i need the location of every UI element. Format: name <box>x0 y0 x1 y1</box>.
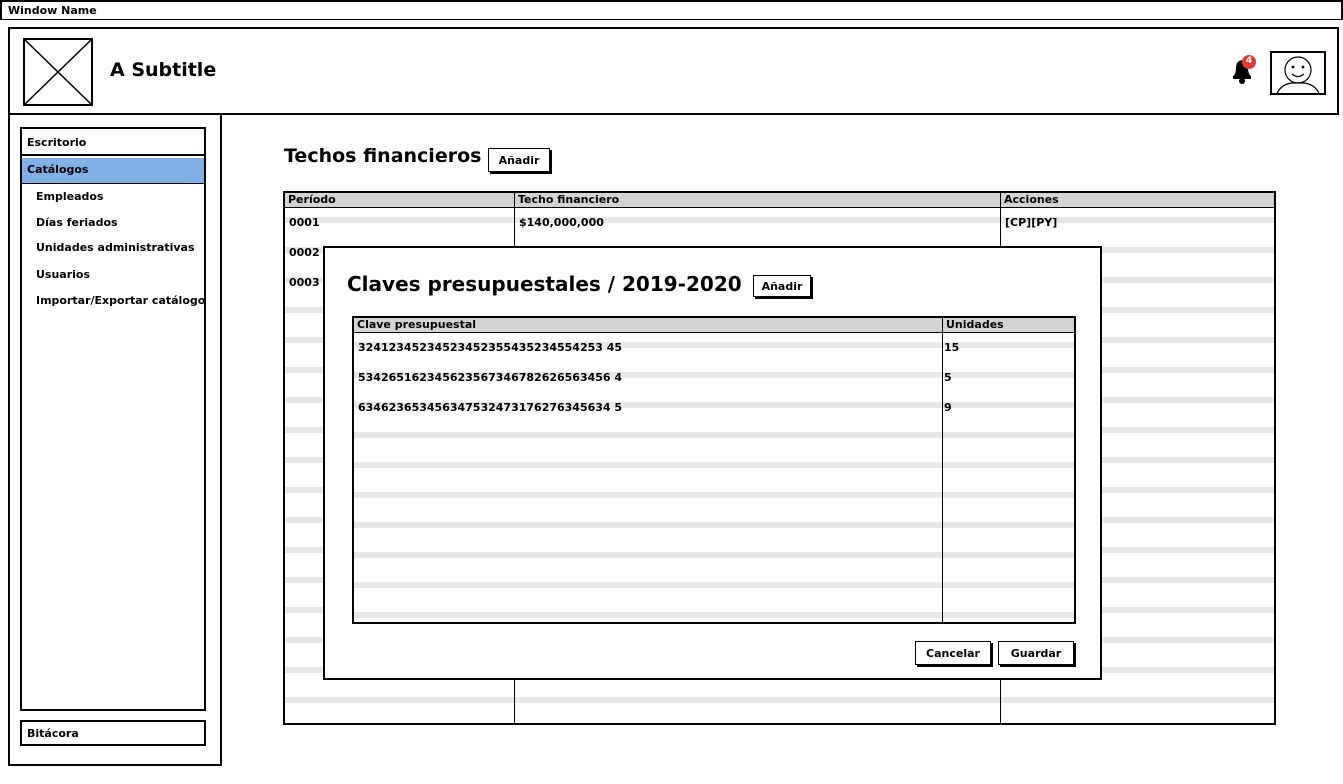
app-header: A Subtitle 4 <box>8 27 1339 115</box>
cell-clave: 634623653456347532473176276345634 5 <box>358 401 623 414</box>
column-header-techo: Techo financiero <box>518 193 620 206</box>
cell-acciones[interactable]: [CP][PY] <box>1001 216 1057 229</box>
table-header-row: Clave presupuestal Unidades <box>354 318 1074 333</box>
save-button[interactable]: Guardar <box>998 641 1074 665</box>
cell-clave: 534265162345623567346782626563456 4 <box>358 371 623 384</box>
window-title: Window Name <box>8 4 97 17</box>
cell-techo: $140,000,000 <box>519 216 604 229</box>
claves-modal: Claves presupuestales / 2019-2020 Añadir… <box>323 246 1102 680</box>
cell-unidades: 15 <box>944 341 960 354</box>
column-header-periodo: Período <box>288 193 336 206</box>
sidebar-item-catalogos[interactable]: Catálogos <box>22 158 204 184</box>
sidebar-item-bitacora[interactable]: Bitácora <box>20 720 206 746</box>
sidebar-item-unidades-administrativas[interactable]: Unidades administrativas <box>22 236 204 260</box>
image-placeholder-icon <box>24 39 92 105</box>
sidebar-item-usuarios[interactable]: Usuarios <box>22 263 204 287</box>
user-avatar[interactable] <box>1270 51 1326 95</box>
column-header-acciones: Acciones <box>1004 193 1059 206</box>
claves-table: Clave presupuestal Unidades 324123452345… <box>352 316 1076 624</box>
sidebar-nav: Escritorio Catálogos Empleados Días feri… <box>20 127 206 711</box>
cell-periodo: 0001 <box>289 216 320 229</box>
add-techo-button[interactable]: Añadir <box>488 148 550 172</box>
cell-periodo: 0003 <box>289 276 320 289</box>
sidebar-item-dias-feriados[interactable]: Días feriados <box>22 211 204 235</box>
logo-placeholder-image <box>23 38 93 106</box>
sidebar-item-escritorio[interactable]: Escritorio <box>22 129 204 156</box>
cancel-button[interactable]: Cancelar <box>915 641 991 665</box>
sidebar-item-empleados[interactable]: Empleados <box>22 185 204 209</box>
add-clave-button[interactable]: Añadir <box>753 275 811 297</box>
column-header-clave: Clave presupuestal <box>357 318 477 331</box>
modal-title: Claves presupuestales / 2019-2020 <box>347 272 742 296</box>
column-divider <box>942 318 943 622</box>
cell-unidades: 5 <box>944 371 952 384</box>
sidebar-item-importar-exportar[interactable]: Importar/Exportar catálogos <box>22 289 204 313</box>
notification-badge: 4 <box>1245 56 1253 66</box>
cell-unidades: 9 <box>944 401 952 414</box>
notifications-button[interactable]: 4 <box>1230 53 1256 85</box>
table-header-row: Período Techo financiero Acciones <box>285 193 1274 208</box>
cell-clave: 32412345234523452355435234554253 45 <box>358 341 623 354</box>
app-subtitle: A Subtitle <box>110 59 217 81</box>
column-header-unidades: Unidades <box>946 318 1004 331</box>
page-title: Techos financieros <box>284 145 482 167</box>
user-icon <box>1276 56 1320 94</box>
cell-periodo: 0002 <box>289 246 320 259</box>
window-title-bar: Window Name <box>0 0 1343 20</box>
